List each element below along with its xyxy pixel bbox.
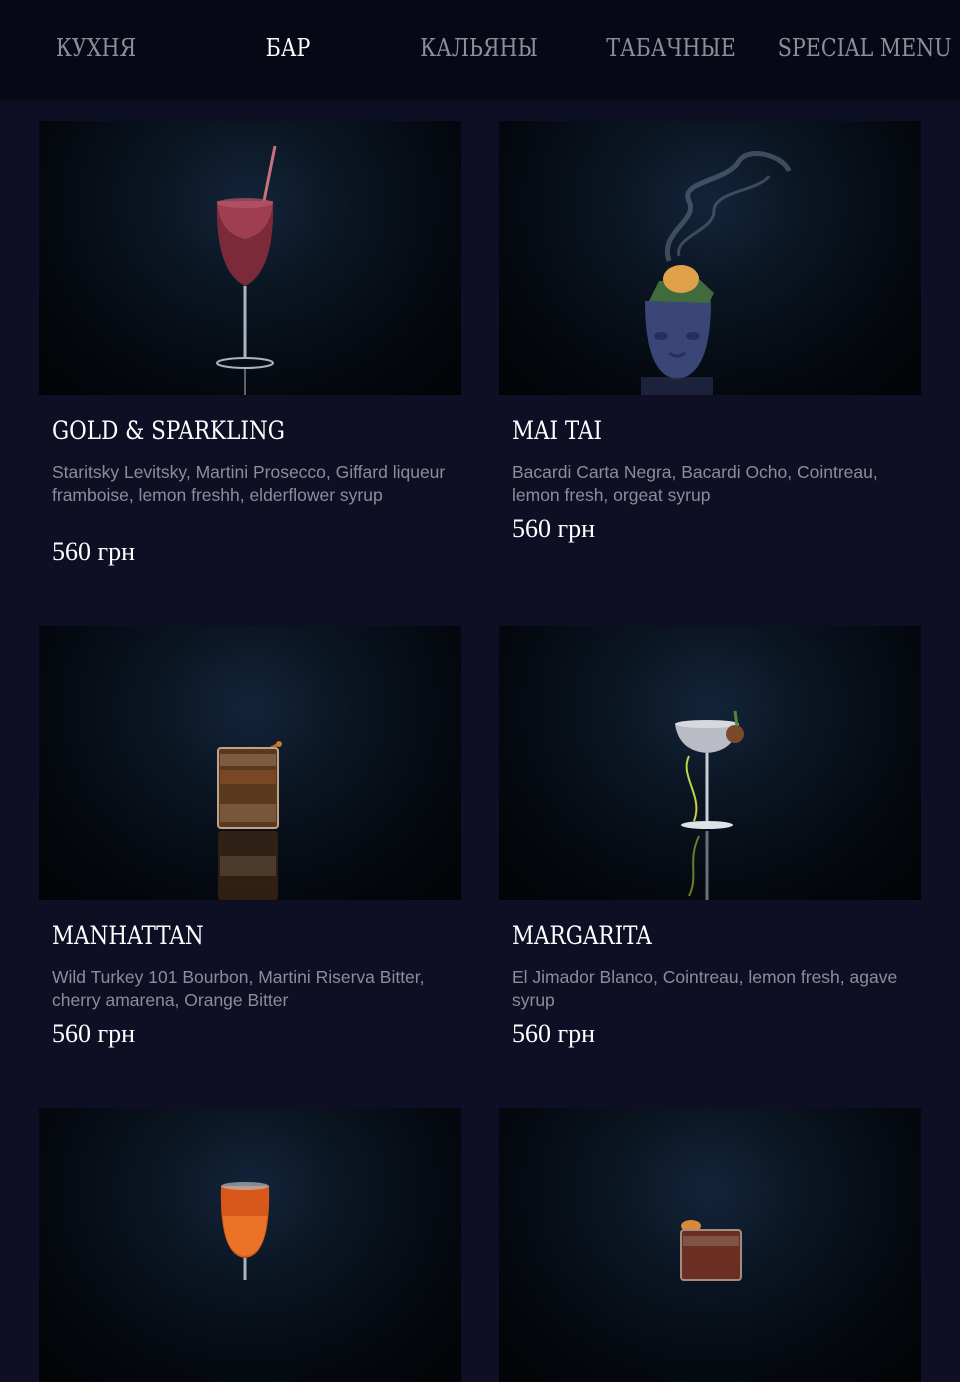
item-description: Wild Turkey 101 Bourbon, Martini Riserva… [52,967,425,1010]
item-title: GOLD & SPARKLING [52,416,285,445]
item-title: MARGARITA [512,921,652,950]
cocktail-photo[interactable] [499,1108,921,1382]
item-description: Bacardi Carta Negra, Bacardi Ocho, Coint… [512,462,878,505]
item-price: 560 грн [512,514,596,543]
item-price: 560 грн [52,1019,136,1048]
cocktail-photo[interactable] [39,1108,461,1382]
cocktail-photo[interactable] [499,626,921,900]
item-description: Staritsky Levitsky, Martini Prosecco, Gi… [52,462,446,505]
item-description: El Jimador Blanco, Cointreau, lemon fres… [512,967,898,1010]
tab-tobacco[interactable]: ТАБАЧНЫЕ [588,30,753,66]
item-price: 560 грн [52,537,136,566]
cocktail-photo[interactable] [39,121,461,395]
tab-kitchen[interactable]: КУХНЯ [13,30,178,66]
category-nav: КУХНЯ БАР КАЛЬЯНЫ ТАБАЧНЫЕ SPECIAL MENU [0,0,960,97]
item-price: 560 грн [512,1019,596,1048]
cocktail-photo[interactable] [499,121,921,395]
item-title: MAI TAI [512,416,603,445]
tab-bar[interactable]: БАР [205,30,370,66]
tab-hookahs[interactable]: КАЛЬЯНЫ [396,30,561,66]
item-title: MANHATTAN [52,921,204,950]
tab-special-menu[interactable]: SPECIAL MENU [778,30,952,66]
cocktail-photo[interactable] [39,626,461,900]
